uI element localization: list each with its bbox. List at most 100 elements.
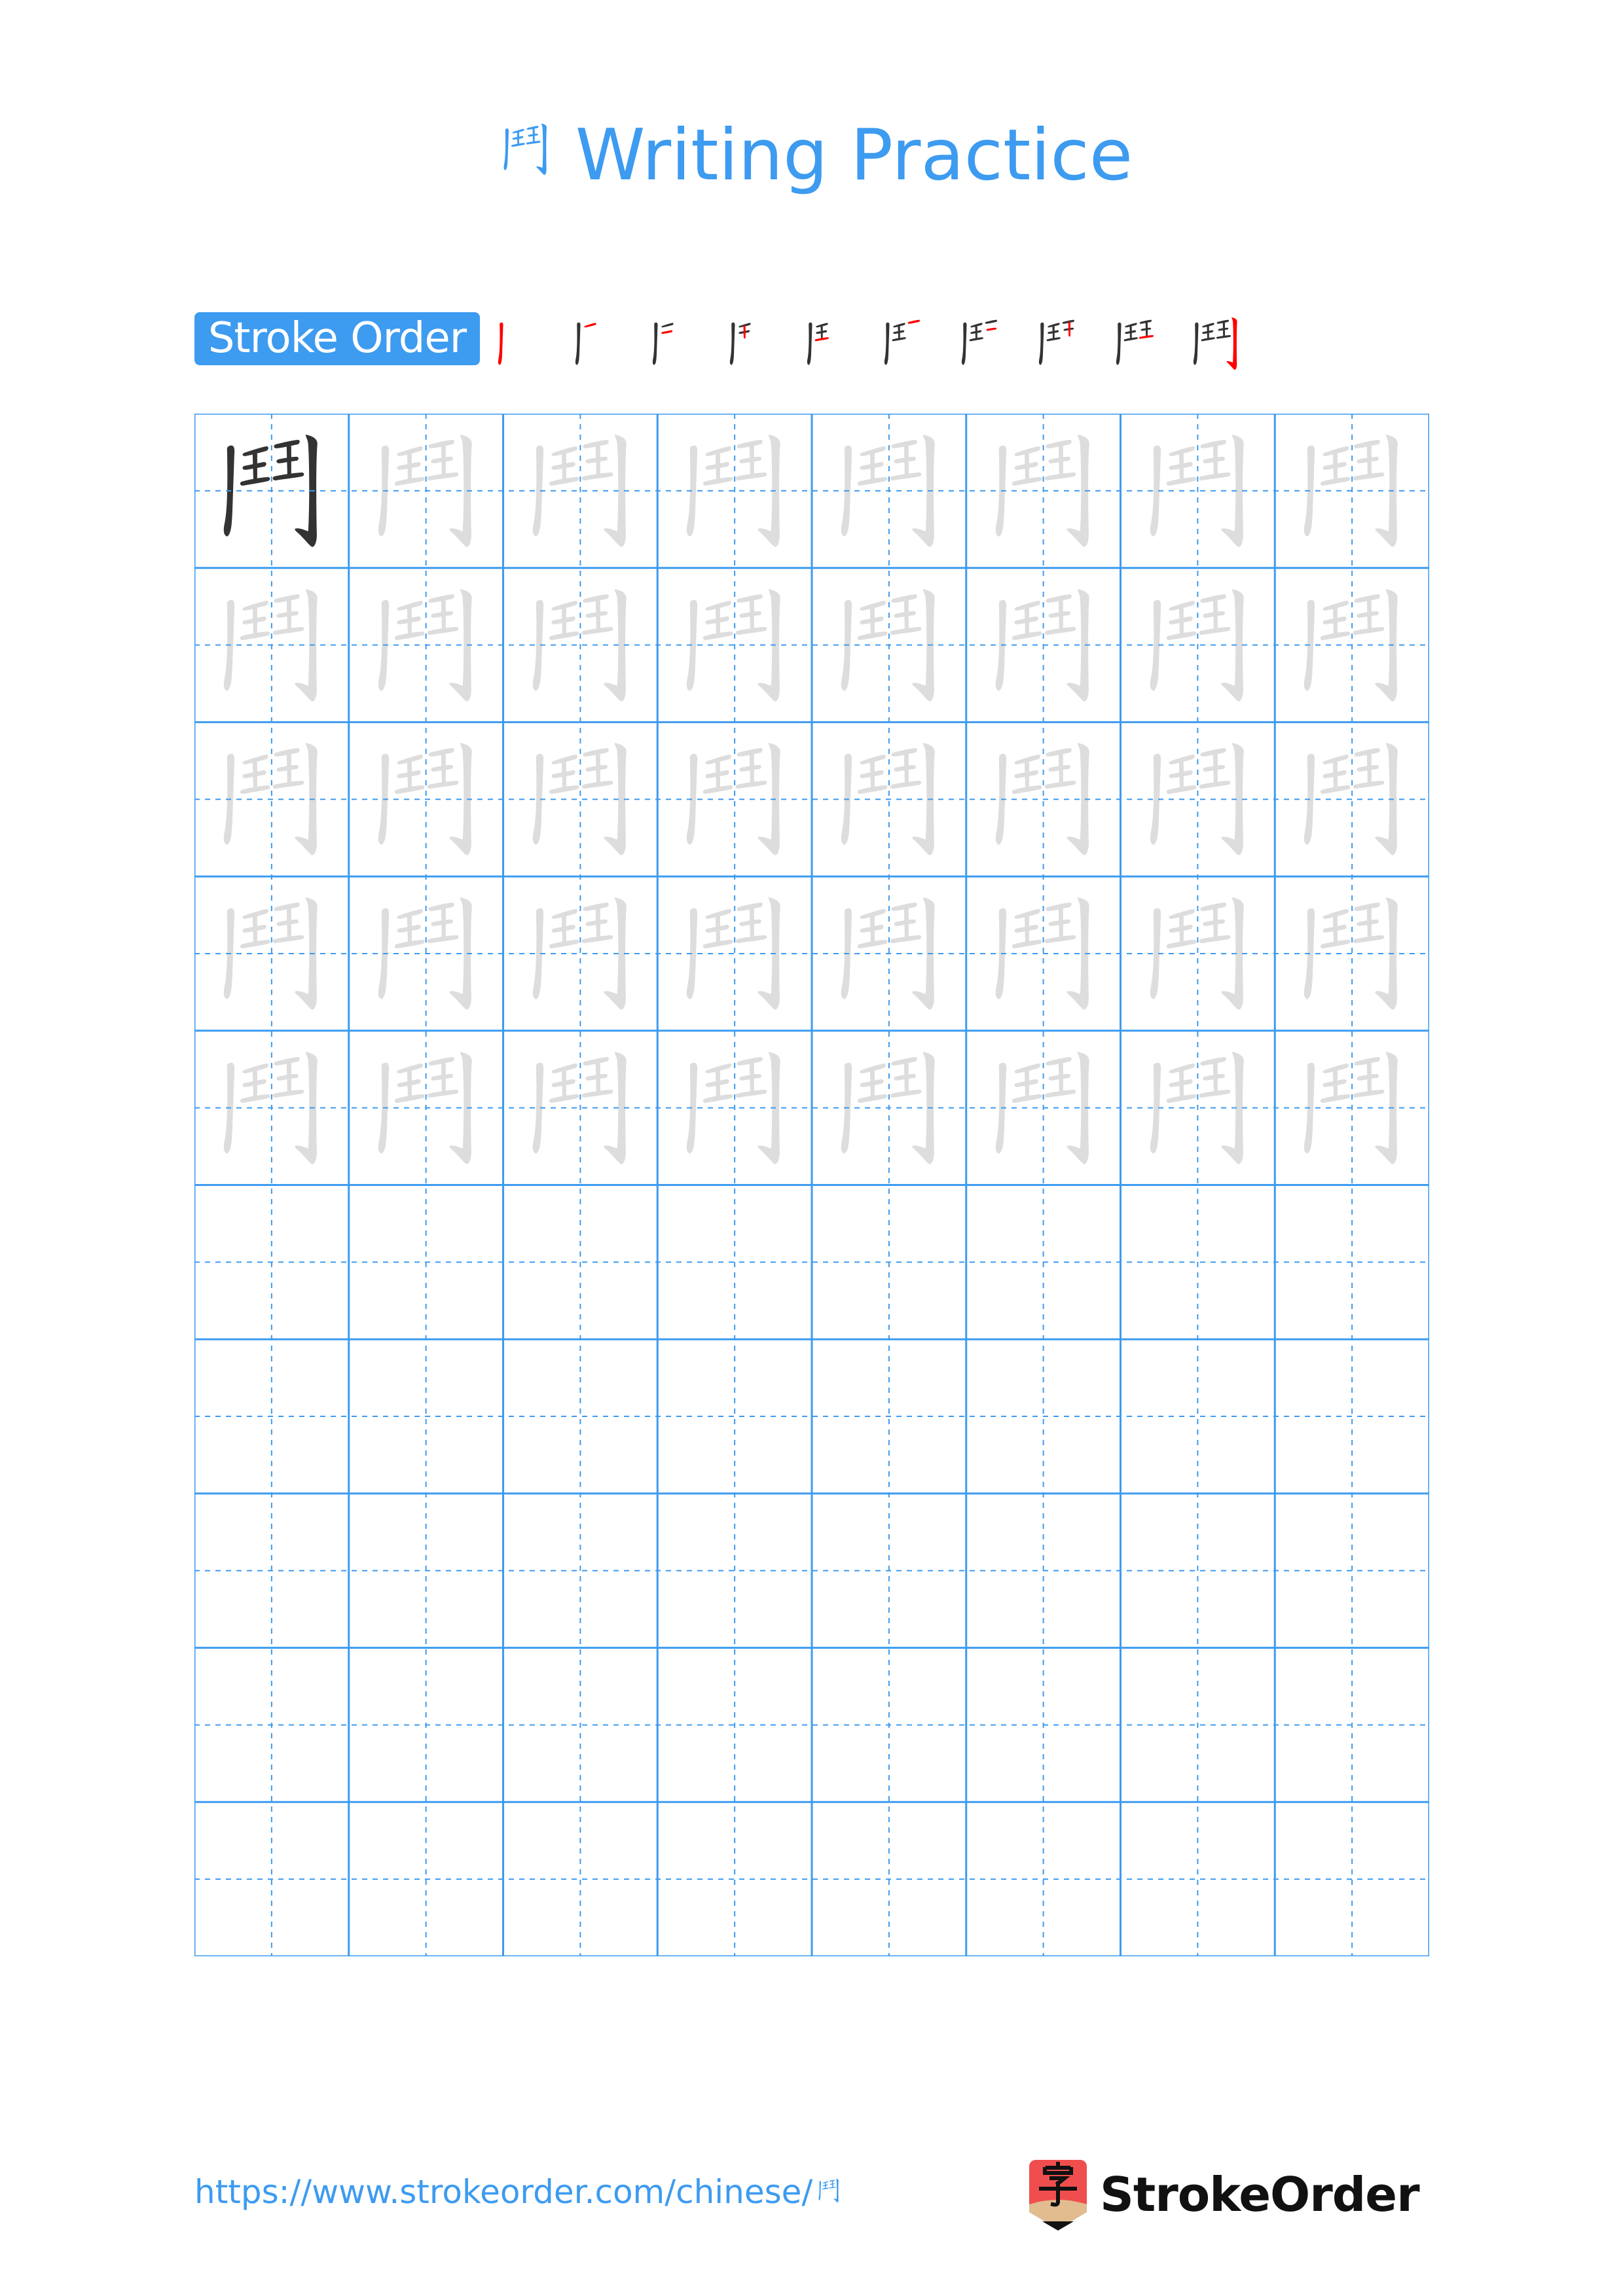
empty-practice-cell[interactable] (1121, 1802, 1275, 1956)
empty-practice-cell[interactable] (194, 1185, 349, 1340)
empty-practice-cell[interactable] (1121, 1185, 1275, 1340)
empty-practice-cell[interactable] (966, 1648, 1121, 1803)
empty-practice-cell[interactable] (194, 1648, 349, 1803)
stroke-8 (1213, 752, 1218, 785)
empty-practice-cell[interactable] (349, 1494, 503, 1648)
trace-cell[interactable] (657, 414, 812, 568)
trace-cell[interactable] (1121, 876, 1275, 1031)
empty-practice-cell[interactable] (194, 1802, 349, 1956)
empty-practice-cell[interactable] (657, 1339, 812, 1494)
empty-practice-cell[interactable] (349, 1339, 503, 1494)
trace-cell[interactable] (194, 876, 349, 1031)
empty-practice-cell[interactable] (966, 1339, 1121, 1494)
trace-cell[interactable] (503, 722, 658, 876)
empty-practice-cell[interactable] (194, 1494, 349, 1648)
trace-cell[interactable] (812, 1031, 966, 1185)
trace-cell[interactable] (1275, 568, 1429, 723)
trace-cell[interactable] (812, 722, 966, 876)
stroke-4 (252, 914, 257, 943)
trace-cell[interactable] (812, 414, 966, 568)
trace-cell[interactable] (503, 1031, 658, 1185)
empty-practice-cell[interactable] (966, 1494, 1121, 1648)
trace-cell[interactable] (503, 568, 658, 723)
trace-cell[interactable] (194, 1031, 349, 1185)
stroke-10 (912, 897, 935, 1010)
empty-practice-cell[interactable] (812, 1339, 966, 1494)
empty-practice-cell[interactable] (812, 1185, 966, 1340)
trace-cell[interactable] (1121, 1031, 1275, 1185)
trace-cell[interactable] (349, 722, 503, 876)
trace-cell[interactable] (966, 722, 1121, 876)
trace-character-glyph (1304, 897, 1398, 1010)
empty-practice-cell[interactable] (1275, 1648, 1429, 1803)
trace-cell[interactable] (1275, 722, 1429, 876)
empty-practice-cell[interactable] (657, 1648, 812, 1803)
stroke-4 (1178, 760, 1184, 789)
empty-practice-cell[interactable] (812, 1494, 966, 1648)
empty-practice-cell[interactable] (503, 1648, 658, 1803)
stroke-1 (687, 908, 698, 999)
stroke-8 (286, 1060, 291, 1093)
empty-practice-cell[interactable] (349, 1648, 503, 1803)
footer-url-link[interactable]: https://www.strokeorder.com/chinese/ (194, 2172, 845, 2211)
trace-cell[interactable] (194, 568, 349, 723)
trace-character-glyph (995, 1051, 1089, 1164)
stroke-1 (995, 754, 1006, 846)
trace-character-glyph (1150, 588, 1244, 702)
empty-practice-cell[interactable] (503, 1494, 658, 1648)
empty-practice-cell[interactable] (1275, 1802, 1429, 1956)
trace-cell[interactable] (966, 1031, 1121, 1185)
empty-practice-cell[interactable] (1275, 1339, 1429, 1494)
stroke-10 (912, 743, 935, 856)
empty-practice-cell[interactable] (1121, 1339, 1275, 1494)
trace-cell[interactable] (966, 414, 1121, 568)
empty-practice-cell[interactable] (349, 1802, 503, 1956)
empty-practice-cell[interactable] (1275, 1494, 1429, 1648)
trace-cell[interactable] (657, 722, 812, 876)
empty-practice-cell[interactable] (812, 1648, 966, 1803)
empty-practice-cell[interactable] (812, 1802, 966, 1956)
trace-cell[interactable] (1275, 414, 1429, 568)
empty-practice-cell[interactable] (503, 1185, 658, 1340)
trace-cell[interactable] (1121, 722, 1275, 876)
trace-cell[interactable] (657, 876, 812, 1031)
empty-practice-cell[interactable] (1275, 1185, 1429, 1340)
empty-practice-cell[interactable] (194, 1339, 349, 1494)
empty-practice-cell[interactable] (503, 1339, 658, 1494)
stroke-1 (841, 754, 852, 846)
trace-cell[interactable] (503, 414, 658, 568)
stroke-1 (1193, 322, 1199, 365)
empty-practice-cell[interactable] (657, 1802, 812, 1956)
empty-practice-cell[interactable] (1121, 1648, 1275, 1803)
trace-cell[interactable] (503, 876, 658, 1031)
trace-cell[interactable] (812, 876, 966, 1031)
empty-practice-cell[interactable] (657, 1185, 812, 1340)
trace-cell[interactable] (657, 1031, 812, 1185)
trace-cell[interactable] (349, 568, 503, 723)
trace-cell[interactable] (194, 722, 349, 876)
empty-practice-cell[interactable] (503, 1802, 658, 1956)
stroke-10 (449, 434, 472, 547)
trace-cell[interactable] (812, 568, 966, 723)
trace-cell[interactable] (1275, 1031, 1429, 1185)
trace-cell[interactable] (657, 568, 812, 723)
stroke-2 (661, 323, 674, 328)
trace-cell[interactable] (1275, 876, 1429, 1031)
trace-cell[interactable] (966, 568, 1121, 723)
trace-cell[interactable] (349, 414, 503, 568)
stroke-10 (603, 588, 627, 702)
trace-cell[interactable] (349, 876, 503, 1031)
trace-cell[interactable] (349, 1031, 503, 1185)
empty-practice-cell[interactable] (657, 1494, 812, 1648)
trace-cell[interactable] (966, 876, 1121, 1031)
stroke-8 (750, 906, 755, 939)
empty-practice-cell[interactable] (349, 1185, 503, 1340)
empty-practice-cell[interactable] (966, 1802, 1121, 1956)
strokeorder-logo[interactable]: StrokeOrder (1028, 2159, 1420, 2231)
trace-cell[interactable] (1121, 414, 1275, 568)
model-cell[interactable] (194, 414, 349, 568)
empty-practice-cell[interactable] (966, 1185, 1121, 1340)
empty-practice-cell[interactable] (1121, 1494, 1275, 1648)
trace-cell[interactable] (1121, 568, 1275, 723)
stroke-4 (561, 451, 566, 480)
